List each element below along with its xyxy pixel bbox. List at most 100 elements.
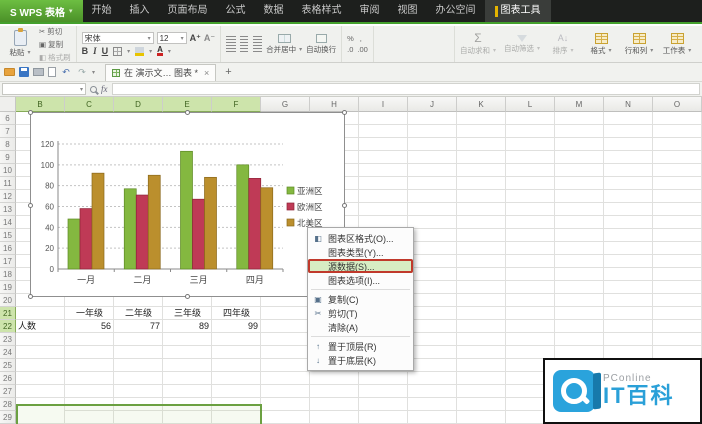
align-center-icon[interactable]: [239, 45, 250, 52]
row-header-13[interactable]: 13: [0, 203, 16, 216]
row-header-22[interactable]: 22: [0, 320, 16, 333]
row-header-20[interactable]: 20: [0, 294, 16, 307]
menu-item-copy[interactable]: ▣ 复制(C): [308, 292, 413, 306]
column-header-D[interactable]: D: [114, 97, 163, 112]
save-icon[interactable]: [19, 67, 29, 77]
tab-2[interactable]: 页面布局: [159, 0, 217, 22]
resize-handle[interactable]: [185, 110, 190, 115]
rows-columns-button[interactable]: 行和列 ▾: [624, 32, 654, 56]
align-left-icon[interactable]: [226, 45, 237, 52]
decrease-decimal-button[interactable]: .00: [357, 45, 367, 54]
resize-handle[interactable]: [342, 110, 347, 115]
bold-button[interactable]: B: [82, 46, 89, 56]
resize-handle[interactable]: [28, 203, 33, 208]
row-header-23[interactable]: 23: [0, 333, 16, 346]
document-tab[interactable]: 在 演示文… 图表 * ×: [105, 63, 217, 81]
name-box[interactable]: ▾: [2, 83, 86, 95]
insert-function-button[interactable]: fx: [101, 84, 108, 94]
menu-item-send-to-back[interactable]: ↓ 置于底层(K): [308, 353, 413, 367]
format-button[interactable]: 格式 ▾: [586, 32, 616, 56]
paste-button[interactable]: 粘贴 ▾: [5, 28, 35, 58]
magnifier-icon[interactable]: [90, 85, 97, 93]
tab-0[interactable]: 开始: [83, 0, 121, 22]
autofilter-button[interactable]: 自动筛选 ▾: [504, 34, 540, 54]
column-header-J[interactable]: J: [408, 97, 457, 112]
comma-style-button[interactable]: ,: [360, 34, 362, 43]
tab-4[interactable]: 数据: [255, 0, 293, 22]
row-header-25[interactable]: 25: [0, 359, 16, 372]
row-header-16[interactable]: 16: [0, 242, 16, 255]
row-header-28[interactable]: 28: [0, 398, 16, 411]
cell-r22-c3[interactable]: 89: [163, 320, 209, 333]
menu-item-clear[interactable]: 清除(A): [308, 320, 413, 334]
align-right-icon[interactable]: [252, 45, 263, 52]
cell-r22-c4[interactable]: 99: [212, 320, 258, 333]
chevron-down-icon[interactable]: ▾: [92, 69, 95, 76]
row-header-8[interactable]: 8: [0, 138, 16, 151]
cell-r22-c0[interactable]: 人数: [18, 320, 64, 333]
grow-font-button[interactable]: A⁺: [190, 33, 201, 44]
cut-button[interactable]: ✂ 剪切: [39, 26, 71, 37]
redo-icon[interactable]: ↷: [76, 66, 88, 78]
font-name-select[interactable]: 宋体 ▾: [81, 32, 154, 44]
column-header-G[interactable]: G: [261, 97, 310, 112]
column-header-C[interactable]: C: [65, 97, 114, 112]
open-icon[interactable]: [4, 68, 15, 76]
increase-decimal-button[interactable]: .0: [347, 45, 353, 54]
row-header-7[interactable]: 7: [0, 125, 16, 138]
cell-r21-c4[interactable]: 四年级: [212, 307, 261, 320]
print-preview-icon[interactable]: [48, 67, 56, 77]
cell-r21-c1[interactable]: 一年级: [65, 307, 114, 320]
menu-item-format-chart-area[interactable]: ◧ 图表区格式(O)...: [308, 231, 413, 245]
close-icon[interactable]: ×: [204, 68, 209, 78]
select-all-corner[interactable]: [0, 97, 16, 112]
row-header-19[interactable]: 19: [0, 281, 16, 294]
selected-range-b21-f22[interactable]: [16, 404, 262, 424]
chart-object[interactable]: 0 20 40 60 80 100 120 一月 二月 三月 四月 亚洲区 欧洲区 北美区: [28, 110, 347, 299]
menu-item-chart-options[interactable]: 图表选项(I)...: [308, 273, 413, 287]
row-header-18[interactable]: 18: [0, 268, 16, 281]
menu-item-cut[interactable]: ✂ 剪切(T): [308, 306, 413, 320]
font-size-select[interactable]: 12 ▾: [156, 32, 187, 44]
shrink-font-button[interactable]: A⁻: [204, 33, 215, 44]
column-header-K[interactable]: K: [457, 97, 506, 112]
format-painter-button[interactable]: ◧ 格式刷: [39, 52, 71, 63]
align-middle-icon[interactable]: [239, 36, 250, 43]
tab-5[interactable]: 表格样式: [293, 0, 351, 22]
row-header-21[interactable]: 21: [0, 307, 16, 320]
menu-item-bring-to-front[interactable]: ↑ 置于顶层(R): [308, 339, 413, 353]
row-header-12[interactable]: 12: [0, 190, 16, 203]
row-header-24[interactable]: 24: [0, 346, 16, 359]
column-header-H[interactable]: H: [310, 97, 359, 112]
column-header-F[interactable]: F: [212, 97, 261, 112]
borders-icon[interactable]: [113, 46, 123, 56]
undo-icon[interactable]: ↶: [60, 66, 72, 78]
column-header-O[interactable]: O: [653, 97, 702, 112]
row-header-26[interactable]: 26: [0, 372, 16, 385]
wrap-text-button[interactable]: 自动换行: [306, 33, 336, 55]
copy-button[interactable]: ▣ 复制: [39, 39, 71, 50]
row-header-6[interactable]: 6: [0, 112, 16, 125]
underline-button[interactable]: U: [102, 46, 109, 56]
italic-button[interactable]: I: [93, 46, 97, 56]
cell-r21-c3[interactable]: 三年级: [163, 307, 212, 320]
row-header-29[interactable]: 29: [0, 411, 16, 424]
cell-r22-c2[interactable]: 77: [114, 320, 160, 333]
autosum-button[interactable]: Σ 自动求和 ▾: [460, 32, 496, 56]
column-header-N[interactable]: N: [604, 97, 653, 112]
tab-8[interactable]: 办公空间: [427, 0, 485, 22]
print-icon[interactable]: [33, 68, 44, 76]
worksheet-button[interactable]: 工作表 ▾: [662, 32, 692, 56]
percent-style-button[interactable]: %: [347, 34, 354, 43]
merge-center-button[interactable]: 合并居中 ▾: [266, 33, 302, 55]
row-header-11[interactable]: 11: [0, 177, 16, 190]
column-header-M[interactable]: M: [555, 97, 604, 112]
resize-handle[interactable]: [342, 203, 347, 208]
column-header-L[interactable]: L: [506, 97, 555, 112]
tab-7[interactable]: 视图: [389, 0, 427, 22]
font-color-icon[interactable]: A: [157, 46, 163, 56]
tab-6[interactable]: 审阅: [351, 0, 389, 22]
menu-item-source-data[interactable]: 源数据(S)...: [308, 259, 413, 273]
new-tab-button[interactable]: +: [220, 66, 236, 78]
resize-handle[interactable]: [185, 294, 190, 299]
